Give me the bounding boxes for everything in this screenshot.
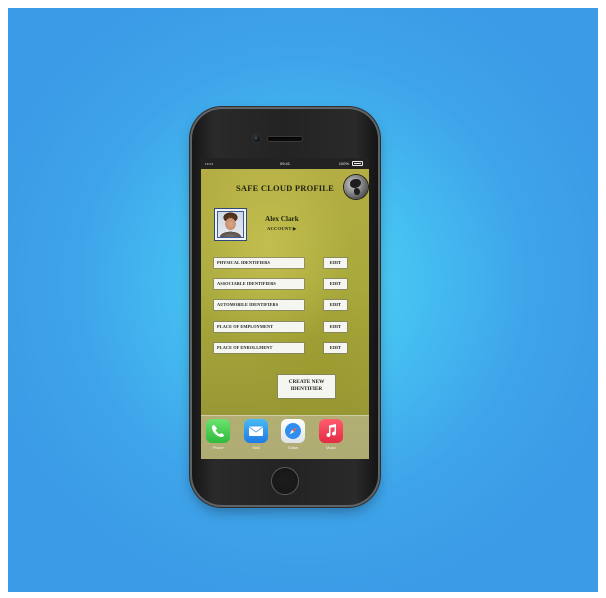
home-button[interactable]: [271, 467, 299, 495]
front-camera: [253, 135, 260, 142]
identifier-label-automobile: AUTOMOBILE IDENTIFIERS: [214, 300, 304, 310]
smartphone: ••••• 09:41 100% SAFE CLOUD PROFILE Alex…: [192, 109, 378, 505]
compass-icon: [281, 419, 305, 443]
identifier-label-enrollment: PLACE OF ENROLLMENT: [214, 343, 304, 353]
dock-app-phone[interactable]: Phone: [205, 419, 231, 450]
dock-label-mail: Mail: [252, 446, 260, 450]
phone-screen: ••••• 09:41 100% SAFE CLOUD PROFILE Alex…: [201, 158, 369, 459]
battery-icon: [352, 161, 363, 166]
identifier-label-physical: PHYSICAL IDENTIFIERS: [214, 258, 304, 268]
edit-button-automobile[interactable]: EDIT: [324, 300, 347, 310]
globe-icon[interactable]: [344, 175, 368, 199]
dock-label-music: Music: [326, 446, 336, 450]
dock-app-safari[interactable]: Safari: [280, 419, 306, 450]
dock-label-phone: Phone: [212, 446, 224, 450]
identifier-label-employment: PLACE OF EMPLOYMENT: [214, 322, 304, 332]
mail-icon: [244, 419, 268, 443]
avatar[interactable]: [214, 208, 247, 241]
create-identifier-button[interactable]: CREATE NEW IDENTIFIER: [278, 375, 335, 398]
identifier-label-associable: ASSOCIABLE IDENTIFIERS: [214, 279, 304, 289]
account-link[interactable]: ACCOUNT ▶: [267, 226, 297, 232]
dock-label-safari: Safari: [288, 446, 298, 450]
dock-app-mail[interactable]: Mail: [243, 419, 269, 450]
user-name: Alex Clark: [265, 215, 299, 223]
earpiece-speaker: [268, 137, 302, 141]
profile-photo: [217, 211, 244, 238]
app-dock: Phone Mail Safari Music: [201, 415, 369, 459]
phone-icon: [206, 419, 230, 443]
dock-app-music[interactable]: Music: [318, 419, 344, 450]
edit-button-enrollment[interactable]: EDIT: [324, 343, 347, 353]
edit-button-employment[interactable]: EDIT: [324, 322, 347, 332]
music-note-icon: [319, 419, 343, 443]
battery-percent: 100%: [338, 161, 349, 166]
background: ••••• 09:41 100% SAFE CLOUD PROFILE Alex…: [8, 8, 598, 592]
edit-button-physical[interactable]: EDIT: [324, 258, 347, 268]
status-bar: ••••• 09:41 100%: [201, 158, 369, 169]
edit-button-associable[interactable]: EDIT: [324, 279, 347, 289]
